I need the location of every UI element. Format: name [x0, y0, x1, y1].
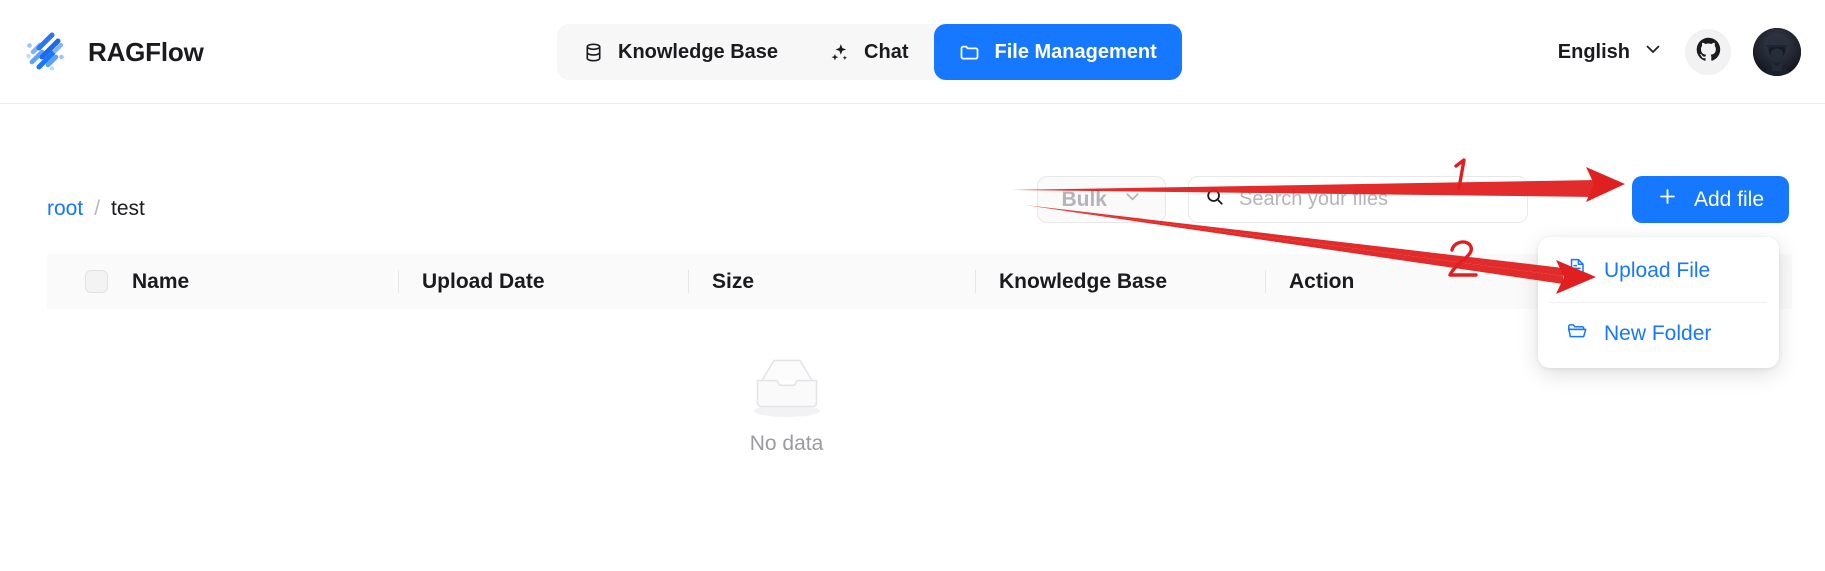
brand[interactable]: RAGFlow	[20, 22, 204, 82]
breadcrumb: root / test	[47, 197, 145, 221]
chevron-down-icon	[1643, 39, 1663, 65]
search-box[interactable]	[1188, 176, 1528, 223]
file-table-header: Name Upload Date Size Knowledge Base Act…	[47, 254, 1792, 309]
empty-state: No data	[0, 349, 1573, 456]
avatar[interactable]	[1753, 28, 1801, 76]
main-nav: Knowledge Base Chat File Management	[557, 24, 1182, 80]
language-value: English	[1557, 40, 1630, 63]
plus-icon	[1657, 186, 1678, 213]
chevron-down-icon	[1123, 187, 1142, 212]
database-icon	[582, 41, 604, 63]
column-header-knowledge-base[interactable]: Knowledge Base	[975, 254, 1265, 309]
sparkle-icon	[828, 41, 850, 63]
header-actions: English	[1558, 22, 1801, 82]
ragflow-stripes-logo	[20, 26, 72, 78]
search-icon	[1205, 187, 1225, 212]
column-header-name[interactable]: Name	[108, 254, 398, 309]
menu-item-label: New Folder	[1604, 322, 1712, 345]
github-button[interactable]	[1685, 29, 1731, 75]
column-header-action[interactable]: Action	[1265, 254, 1465, 309]
bulk-button[interactable]: Bulk	[1037, 176, 1166, 223]
toolbar: Bulk	[1037, 176, 1528, 223]
empty-inbox-icon	[744, 349, 830, 426]
add-file-dropdown-menu: Upload File New Folder	[1538, 237, 1779, 368]
file-document-icon	[1566, 257, 1588, 285]
nav-item-knowledge-base[interactable]: Knowledge Base	[557, 24, 803, 80]
upload-file-menu-item[interactable]: Upload File	[1538, 245, 1779, 297]
language-selector[interactable]: English	[1558, 39, 1663, 65]
breadcrumb-item-current: test	[111, 197, 145, 220]
column-header-size[interactable]: Size	[688, 254, 975, 309]
menu-item-label: Upload File	[1604, 259, 1711, 282]
nav-item-label: Chat	[864, 40, 909, 63]
nav-item-label: Knowledge Base	[618, 40, 779, 63]
github-icon	[1695, 36, 1722, 68]
search-input[interactable]	[1239, 188, 1511, 211]
content-area: root / test Bulk Search your files Add f…	[0, 104, 1825, 571]
file-management-page: RAGFlow Knowledge Base Chat File Managem…	[0, 0, 1825, 571]
add-file-button[interactable]: Add file	[1631, 176, 1789, 223]
nav-item-chat[interactable]: Chat	[803, 24, 933, 80]
column-header-upload-date[interactable]: Upload Date	[398, 254, 688, 309]
folder-icon	[959, 41, 981, 63]
select-all-checkbox[interactable]	[85, 270, 108, 293]
new-folder-menu-item[interactable]: New Folder	[1538, 308, 1779, 360]
add-file-label: Add file	[1693, 187, 1764, 211]
brand-name: RAGFlow	[88, 36, 204, 67]
empty-state-label: No data	[749, 432, 824, 455]
bulk-label: Bulk	[1061, 187, 1107, 211]
folder-open-icon	[1566, 320, 1588, 348]
menu-divider	[1550, 302, 1767, 303]
breadcrumb-item-root[interactable]: root	[47, 197, 83, 221]
breadcrumb-separator: /	[94, 197, 101, 220]
nav-item-file-management[interactable]: File Management	[933, 24, 1182, 80]
top-header: RAGFlow Knowledge Base Chat File Managem…	[0, 0, 1825, 104]
select-all-cell	[47, 254, 108, 309]
nav-item-label: File Management	[994, 40, 1157, 63]
